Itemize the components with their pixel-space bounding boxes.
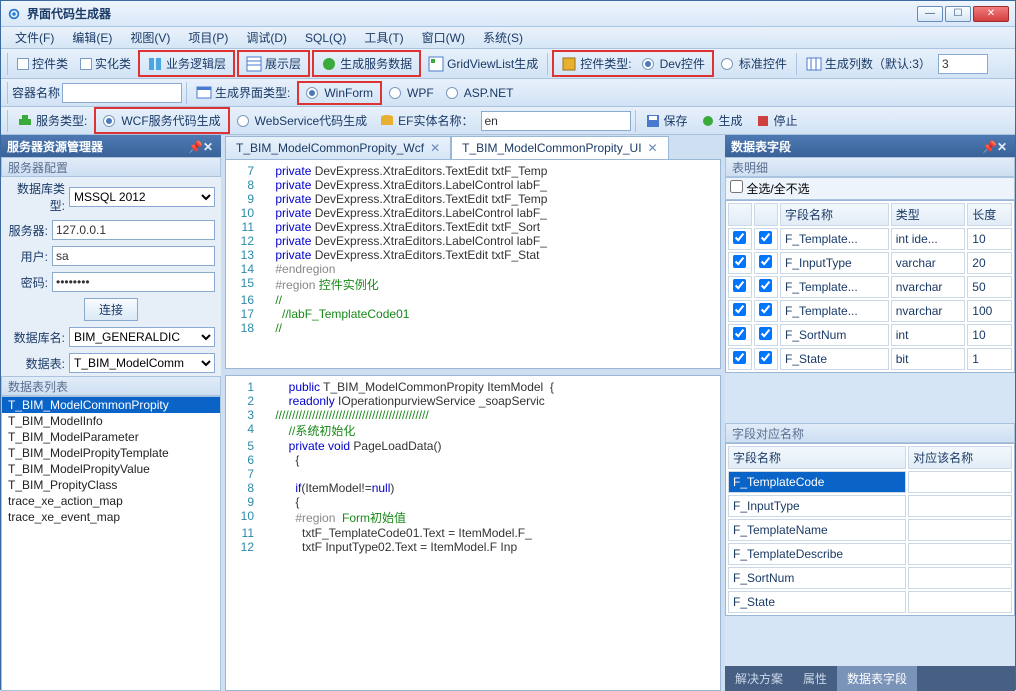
server-explorer-header: 服务器资源管理器 📌✕: [1, 135, 221, 157]
fields-header: 数据表字段 📌✕: [725, 135, 1015, 157]
code-editor-bottom[interactable]: 1 public T_BIM_ModelCommonPropity ItemMo…: [225, 375, 721, 691]
table-detail-caption: 表明细: [725, 157, 1015, 177]
maximize-button[interactable]: ☐: [945, 6, 971, 22]
menubar: 文件(F)编辑(E)视图(V)项目(P)调试(D)SQL(Q)工具(T)窗口(W…: [1, 27, 1015, 49]
minimize-button[interactable]: —: [917, 6, 943, 22]
radio-winform[interactable]: WinForm: [301, 84, 378, 102]
radio-std-ctrl[interactable]: 标准控件: [716, 53, 792, 74]
table-list-item[interactable]: T_BIM_ModelPropityValue: [2, 461, 220, 477]
tab-close-icon[interactable]: ✕: [430, 141, 440, 155]
table-list-item[interactable]: T_BIM_ModelCommonPropity: [2, 397, 220, 413]
tab-close-icon[interactable]: ✕: [648, 141, 658, 155]
select-all-checkbox[interactable]: 全选/全不选: [730, 182, 810, 196]
table-list[interactable]: T_BIM_ModelCommonPropityT_BIM_ModelInfoT…: [1, 396, 221, 691]
table-list-item[interactable]: T_BIM_ModelPropityTemplate: [2, 445, 220, 461]
generate-button[interactable]: 生成: [695, 110, 748, 131]
field-row[interactable]: F_Template...int ide...10: [728, 228, 1012, 250]
view-layer-button[interactable]: 展示层: [241, 53, 306, 74]
table-list-item[interactable]: trace_xe_event_map: [2, 509, 220, 525]
checkbox-ctrl-class[interactable]: 控件类: [12, 53, 73, 74]
menu-item[interactable]: 视图(V): [122, 27, 178, 48]
container-name-input[interactable]: [62, 83, 182, 103]
menu-item[interactable]: 文件(F): [7, 27, 62, 48]
toolbar-1: 控件类 实化类 业务逻辑层 展示层 生成服务数据 GridViewList生成 …: [1, 49, 1015, 79]
menu-item[interactable]: SQL(Q): [297, 29, 354, 47]
menu-item[interactable]: 调试(D): [238, 27, 295, 48]
code-editor-top[interactable]: 7 private DevExpress.XtraEditors.TextEdi…: [225, 159, 721, 369]
radio-dev-ctrl[interactable]: Dev控件: [637, 53, 710, 74]
panel-close-icon[interactable]: ✕: [997, 140, 1009, 152]
map-row[interactable]: F_InputType: [728, 495, 1012, 517]
menu-item[interactable]: 系统(S): [475, 27, 531, 48]
menu-item[interactable]: 项目(P): [180, 27, 236, 48]
service-type-label: 服务类型:: [12, 110, 92, 131]
table-select[interactable]: T_BIM_ModelComm: [69, 353, 215, 373]
gridview-button[interactable]: GridViewList生成: [423, 53, 543, 74]
password-input[interactable]: [52, 272, 215, 292]
connect-button[interactable]: 连接: [84, 298, 138, 321]
table-list-item[interactable]: trace_xe_action_map: [2, 493, 220, 509]
gen-ui-type-label: 生成界面类型:: [191, 82, 295, 103]
toolbar-3: 服务类型: WCF服务代码生成 WebService代码生成 EF实体名称： 保…: [1, 107, 1015, 135]
radio-webservice[interactable]: WebService代码生成: [232, 110, 372, 131]
gen-cols-input[interactable]: [938, 54, 988, 74]
fields-grid[interactable]: 字段名称类型长度 F_Template...int ide...10F_Inpu…: [725, 200, 1015, 373]
gear-icon: [7, 7, 21, 21]
panel-close-icon[interactable]: ✕: [203, 140, 215, 152]
table-list-item[interactable]: T_BIM_PropityClass: [2, 477, 220, 493]
field-row[interactable]: F_SortNumint10: [728, 324, 1012, 346]
radio-aspnet[interactable]: ASP.NET: [441, 84, 519, 102]
server-explorer-panel: 服务器资源管理器 📌✕ 服务器配置 数据库类型:MSSQL 2012 服务器: …: [1, 135, 221, 691]
field-row[interactable]: F_Template...nvarchar100: [728, 300, 1012, 322]
ef-entity-label: EF实体名称：: [374, 110, 478, 131]
ctrl-type-label: 控件类型:: [556, 53, 636, 74]
tab-wcf[interactable]: T_BIM_ModelCommonPropity_Wcf✕: [225, 136, 451, 159]
map-row[interactable]: F_TemplateDescribe: [728, 543, 1012, 565]
btab-fields[interactable]: 数据表字段: [837, 666, 917, 691]
container-name-label: 容器名称: [12, 84, 60, 101]
menu-item[interactable]: 窗口(W): [414, 27, 473, 48]
field-row[interactable]: F_InputTypevarchar20: [728, 252, 1012, 274]
field-map-caption: 字段对应名称: [725, 423, 1015, 443]
map-row[interactable]: F_SortNum: [728, 567, 1012, 589]
titlebar: 界面代码生成器 — ☐ ✕: [1, 1, 1015, 27]
field-row[interactable]: F_Template...nvarchar50: [728, 276, 1012, 298]
server-input[interactable]: [52, 220, 215, 240]
tab-ui[interactable]: T_BIM_ModelCommonPropity_UI✕: [451, 136, 668, 159]
stop-button[interactable]: 停止: [750, 110, 803, 131]
table-list-item[interactable]: T_BIM_ModelInfo: [2, 413, 220, 429]
checkbox-impl-class[interactable]: 实化类: [75, 53, 136, 74]
menu-item[interactable]: 编辑(E): [64, 27, 120, 48]
field-row[interactable]: F_Statebit1: [728, 348, 1012, 370]
radio-wpf[interactable]: WPF: [384, 84, 439, 102]
map-row[interactable]: F_TemplateName: [728, 519, 1012, 541]
biz-layer-button[interactable]: 业务逻辑层: [142, 53, 231, 74]
table-list-item[interactable]: T_BIM_ModelParameter: [2, 429, 220, 445]
gen-cols-label: 生成列数（默认:3）: [801, 53, 936, 74]
bottom-tabs: 解决方案 属性 数据表字段: [725, 666, 1015, 691]
gen-service-data-button[interactable]: 生成服务数据: [316, 53, 417, 74]
ef-entity-input[interactable]: [481, 111, 631, 131]
btab-solution[interactable]: 解决方案: [725, 666, 793, 691]
table-list-caption: 数据表列表: [1, 376, 221, 396]
radio-wcf[interactable]: WCF服务代码生成: [98, 110, 225, 131]
editor-panel: T_BIM_ModelCommonPropity_Wcf✕ T_BIM_Mode…: [221, 135, 725, 691]
pin-icon[interactable]: 📌: [982, 140, 994, 152]
field-map-grid[interactable]: 字段名称对应该名称 F_TemplateCodeF_InputTypeF_Tem…: [725, 443, 1015, 616]
save-button[interactable]: 保存: [640, 110, 693, 131]
toolbar-2: 容器名称 生成界面类型: WinForm WPF ASP.NET: [1, 79, 1015, 107]
map-row[interactable]: F_TemplateCode: [728, 471, 1012, 493]
db-type-select[interactable]: MSSQL 2012: [69, 187, 215, 207]
map-row[interactable]: F_State: [728, 591, 1012, 613]
db-name-select[interactable]: BIM_GENERALDIC: [69, 327, 215, 347]
close-button[interactable]: ✕: [973, 6, 1009, 22]
btab-properties[interactable]: 属性: [793, 666, 837, 691]
window-title: 界面代码生成器: [27, 5, 917, 22]
pin-icon[interactable]: 📌: [188, 140, 200, 152]
fields-panel: 数据表字段 📌✕ 表明细 全选/全不选 字段名称类型长度 F_Template.…: [725, 135, 1015, 691]
user-input[interactable]: [52, 246, 215, 266]
menu-item[interactable]: 工具(T): [356, 27, 411, 48]
server-config-caption: 服务器配置: [1, 157, 221, 177]
